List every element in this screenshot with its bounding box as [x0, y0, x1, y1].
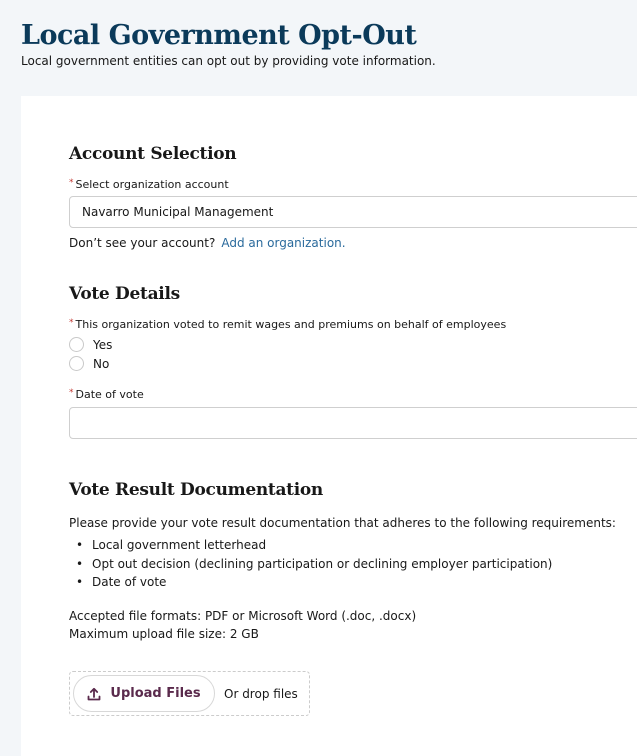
required-marker: * [69, 178, 74, 188]
upload-files-button[interactable]: Upload Files [73, 675, 215, 712]
vote-remit-label: * This organization voted to remit wages … [69, 318, 506, 331]
requirements-list: Local government letterhead Opt out deci… [69, 536, 552, 592]
vote-details-heading: Vote Details [69, 284, 180, 304]
drop-files-text: Or drop files [224, 686, 298, 701]
accepted-formats-text: Accepted file formats: PDF or Microsoft … [69, 609, 417, 623]
page-subtitle: Local government entities can opt out by… [21, 54, 436, 68]
date-of-vote-label-text: Date of vote [75, 388, 144, 401]
documentation-heading: Vote Result Documentation [69, 480, 323, 500]
organization-account-input[interactable] [69, 196, 637, 228]
upload-files-label: Upload Files [110, 686, 201, 701]
page-header: Local Government Opt-Out Local governmen… [21, 18, 436, 68]
max-size-text: Maximum upload file size: 2 GB [69, 627, 259, 641]
radio-label-no: No [93, 356, 110, 371]
radio-label-yes: Yes [93, 337, 113, 352]
organization-account-label-text: Select organization account [75, 178, 229, 191]
radio-button-yes[interactable] [69, 337, 84, 352]
requirement-item: Local government letterhead [69, 536, 552, 555]
required-marker: * [69, 388, 74, 398]
account-selection-heading: Account Selection [69, 144, 237, 164]
organization-account-label: * Select organization account [69, 178, 229, 191]
date-of-vote-input[interactable] [69, 407, 637, 439]
vote-remit-label-text: This organization voted to remit wages a… [75, 318, 507, 331]
account-help-text: Don’t see your account? Add an organizati… [69, 236, 346, 250]
page-title: Local Government Opt-Out [21, 20, 417, 51]
requirement-item: Date of vote [69, 573, 552, 592]
form-card: Account Selection * Select organization a… [21, 96, 637, 756]
requirement-item: Opt out decision (declining participatio… [69, 555, 552, 574]
radio-option-no[interactable]: No [69, 356, 109, 371]
radio-button-no[interactable] [69, 356, 84, 371]
upload-icon [87, 687, 101, 700]
radio-option-yes[interactable]: Yes [69, 337, 112, 352]
add-organization-link[interactable]: Add an organization. [221, 236, 345, 250]
file-dropzone[interactable]: Upload Files Or drop files [69, 671, 310, 716]
documentation-intro: Please provide your vote result document… [69, 516, 616, 530]
date-of-vote-label: * Date of vote [69, 388, 144, 401]
required-marker: * [69, 318, 74, 328]
account-help-question: Don’t see your account? [69, 236, 216, 250]
